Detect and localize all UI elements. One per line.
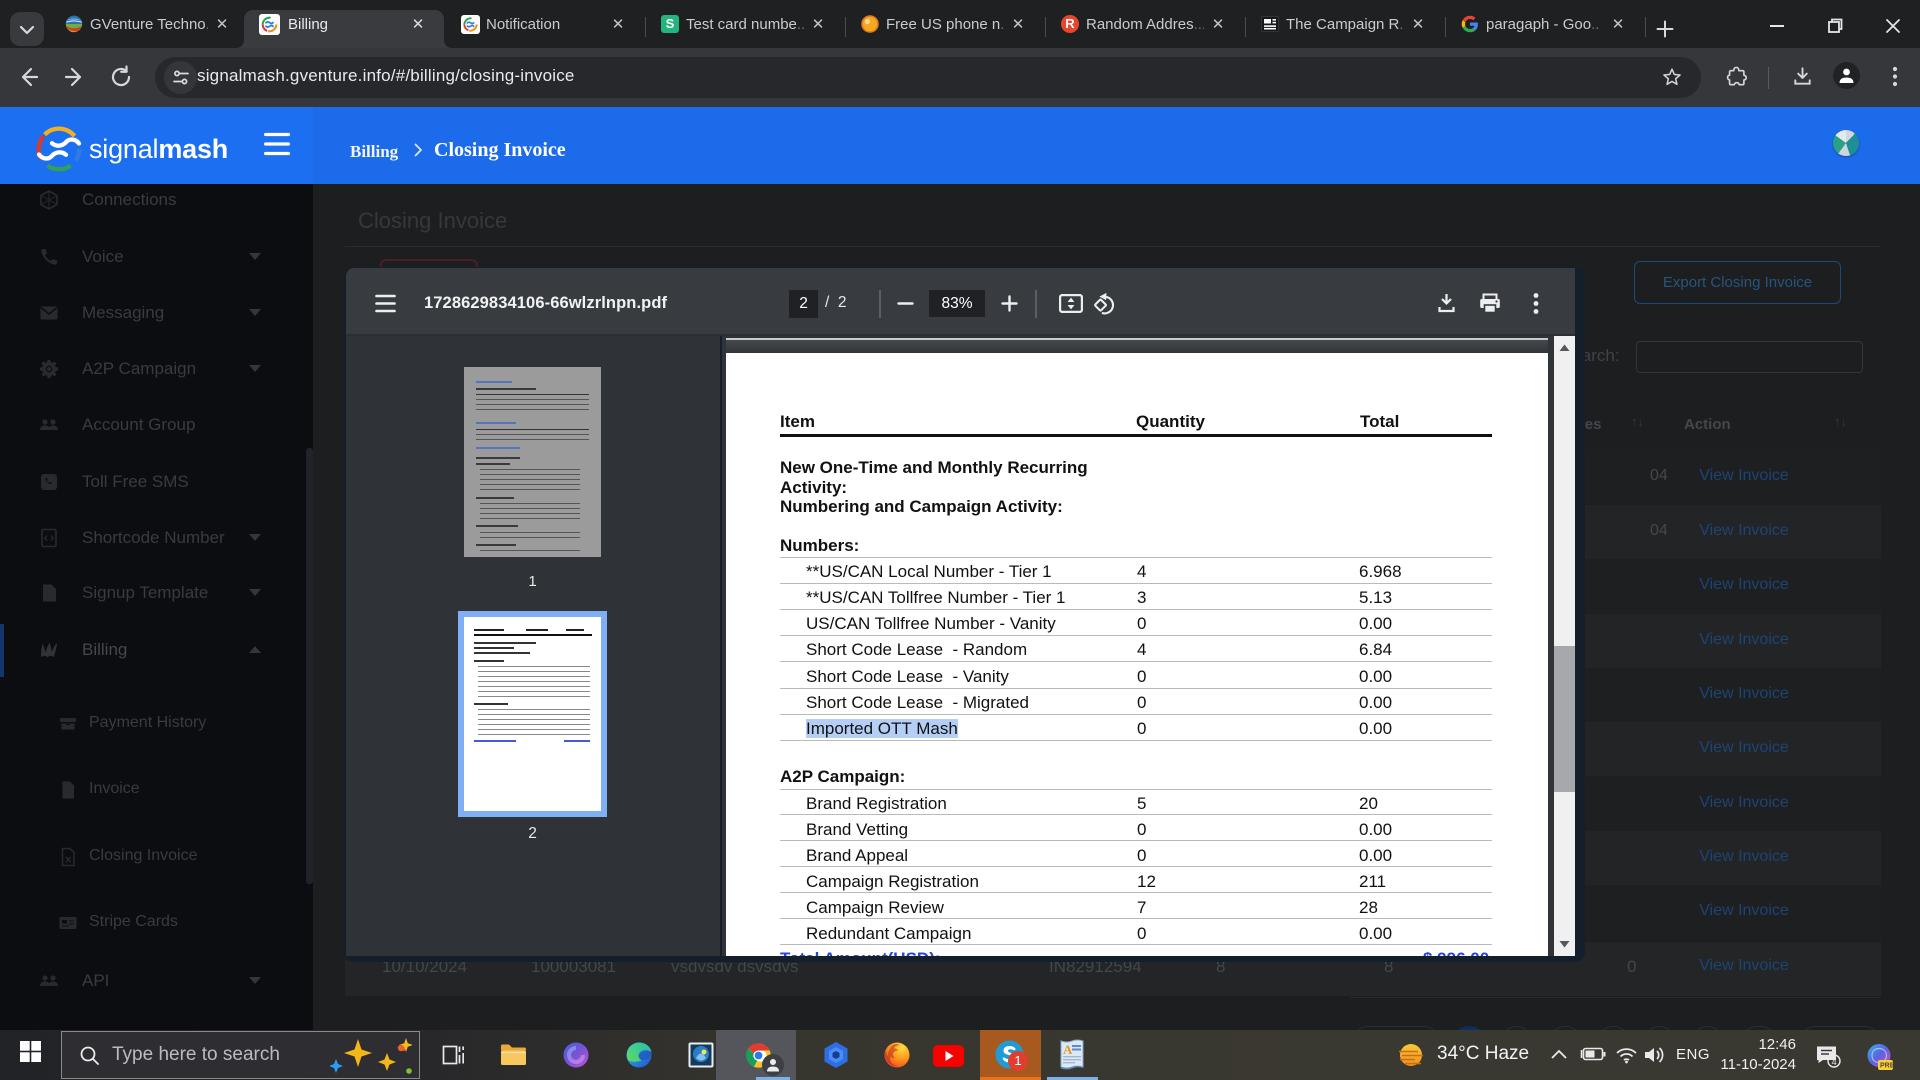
svg-text:4: 4 — [1832, 1057, 1837, 1067]
svg-text:A: A — [1063, 1042, 1073, 1057]
svg-text:PRE: PRE — [1880, 1063, 1893, 1070]
